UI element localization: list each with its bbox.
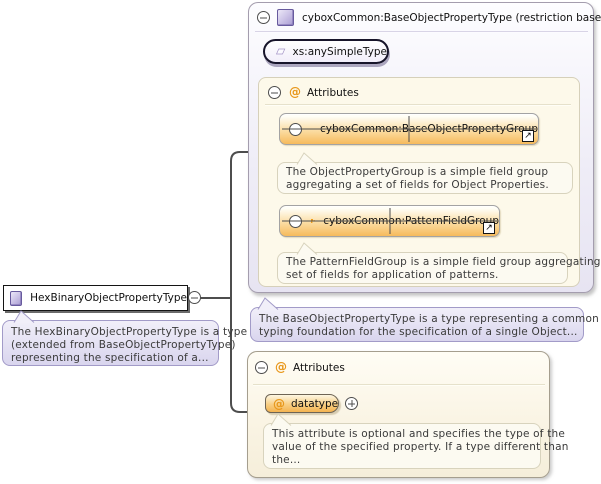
tooltip-line: This attribute is optional and specifies… [264, 428, 540, 441]
attribute-icon: @ [289, 86, 301, 98]
simple-type-icon [276, 45, 286, 58]
collapse-toggle-root[interactable] [188, 291, 201, 304]
attributes-header: Attributes [307, 87, 359, 99]
complex-type-icon [10, 291, 22, 306]
tooltip-tail [257, 296, 279, 310]
tooltip-tail [296, 151, 318, 165]
tooltip-line: value of the specified property. If a ty… [264, 441, 540, 454]
attribute-group-patternfieldgroup[interactable]: cyboxCommon:PatternFieldGroup ↗ [279, 205, 500, 237]
tooltip-line: aggregating a set of fields for Object P… [278, 179, 572, 192]
expand-toggle-datatype[interactable] [345, 397, 358, 410]
attribute-name-label: datatype [291, 398, 338, 410]
base-type-title: cyboxCommon:BaseObjectPropertyType (rest… [302, 12, 601, 24]
simple-type-label: xs:anySimpleType [293, 46, 388, 58]
tooltip-line: The HexBinaryObjectPropertyType is a typ… [3, 326, 218, 339]
tooltip-tail [296, 241, 318, 255]
jump-to-definition-icon[interactable]: ↗ [483, 222, 495, 234]
collapse-toggle-attributes[interactable] [268, 86, 281, 99]
header-divider [255, 31, 588, 33]
element-node-hexbinaryobjectpropertytype[interactable]: HexBinaryObjectPropertyType [3, 285, 188, 311]
tooltip-patternfieldgroup: The PatternFieldGroup is a simple field … [277, 252, 568, 284]
element-node-label: HexBinaryObjectPropertyType [30, 292, 187, 304]
tooltip-line: The BaseObjectPropertyType is a type rep… [251, 313, 583, 326]
tooltip-line: the... [264, 454, 540, 467]
attributes-section: @ Attributes cyboxCommon:BaseObjectPrope… [258, 77, 580, 287]
header-divider [265, 104, 571, 106]
collapse-toggle-attributes[interactable] [255, 361, 268, 374]
simple-type-node-anysimpletype[interactable]: xs:anySimpleType [263, 39, 389, 64]
tooltip-line: (extended from BaseObjectPropertyType) [3, 339, 218, 352]
tooltip-line: The ObjectPropertyGroup is a simple fiel… [278, 166, 572, 179]
tooltip-root-annotation: The HexBinaryObjectPropertyType is a typ… [2, 320, 219, 366]
tooltip-baseobjectpropertygroup: The ObjectPropertyGroup is a simple fiel… [277, 162, 573, 194]
tooltip-line: representing the specification of a... [3, 352, 218, 365]
tooltip-line: typing foundation for the specification … [251, 326, 583, 339]
attribute-node-datatype[interactable]: @ datatype [265, 394, 339, 413]
jump-to-definition-icon[interactable]: ↗ [522, 130, 534, 142]
header-divider [253, 384, 545, 386]
attribute-group-baseobjectpropertygroup[interactable]: cyboxCommon:BaseObjectPropertyGroup ↗ [279, 113, 539, 145]
expand-toggle[interactable] [289, 123, 302, 136]
tooltip-datatype-annotation: This attribute is optional and specifies… [263, 423, 541, 469]
tooltip-tail [13, 309, 35, 323]
attributes-panel: @ Attributes @ datatype This attribute i… [247, 351, 550, 478]
attribute-icon: @ [275, 361, 287, 373]
attribute-icon: @ [273, 398, 285, 410]
tooltip-line: set of fields for application of pattern… [278, 269, 567, 282]
base-type-panel: cyboxCommon:BaseObjectPropertyType (rest… [248, 2, 594, 293]
expand-toggle[interactable] [289, 215, 302, 228]
schema-diagram-canvas: { "icons": { "attribute_glyph": "@", "li… [0, 0, 601, 484]
tooltip-tail [270, 412, 292, 426]
attributes-header: Attributes [293, 362, 345, 374]
collapse-toggle-base-type[interactable] [257, 11, 270, 24]
tooltip-base-type-annotation: The BaseObjectPropertyType is a type rep… [250, 307, 584, 342]
complex-type-icon [277, 9, 294, 26]
tooltip-line: The PatternFieldGroup is a simple field … [278, 256, 567, 269]
